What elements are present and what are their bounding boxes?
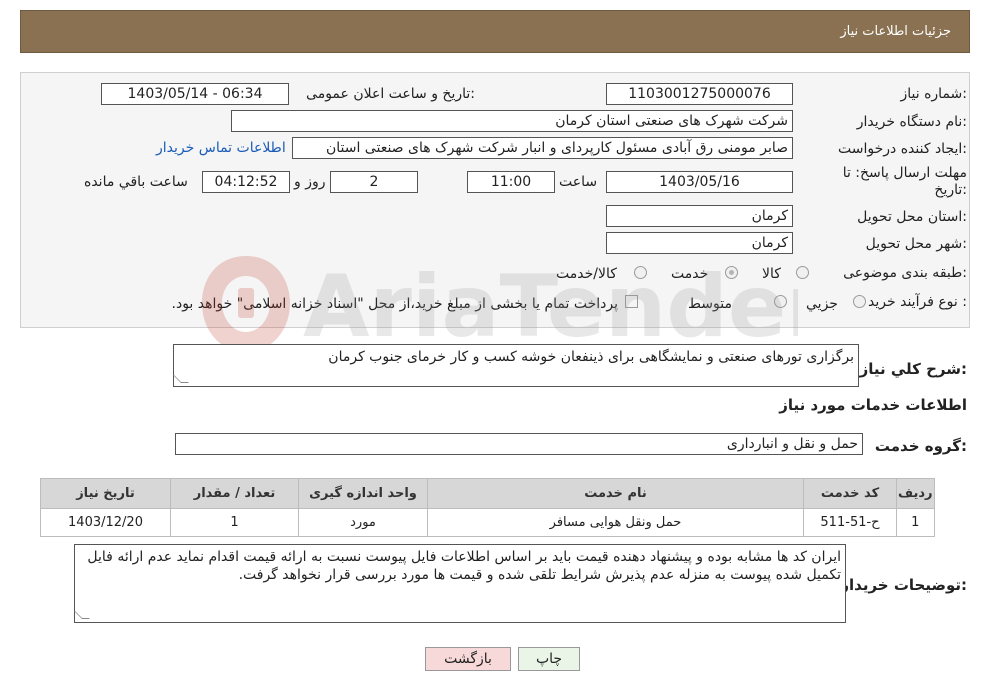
deadline-time-label: ساعت bbox=[559, 174, 598, 190]
buyer-contact-link[interactable]: اطلاعات تماس خریدار bbox=[156, 140, 286, 156]
process-small-label: جزیي bbox=[806, 296, 838, 312]
process-label: نوع فرآیند خرید : bbox=[868, 294, 967, 310]
table-row: 1 ح-51-511 حمل ونقل هوایی مسافر مورد 1 1… bbox=[40, 508, 935, 537]
col-date: تاریخ نیاز bbox=[40, 478, 171, 509]
treasury-checkbox[interactable] bbox=[625, 295, 638, 308]
process-medium-label: متوسط bbox=[688, 296, 732, 312]
announce-field: 1403/05/14 - 06:34 bbox=[101, 83, 289, 105]
buyer-org-field: شرکت شهرک های صنعتی استان کرمان bbox=[231, 110, 793, 132]
announce-label: تاریخ و ساعت اعلان عمومی: bbox=[306, 86, 475, 102]
deadline-label: مهلت ارسال پاسخ: تا bbox=[842, 165, 967, 181]
category-goods-radio[interactable] bbox=[796, 266, 809, 279]
treasury-note: پرداخت تمام یا بخشی از مبلغ خرید،از محل … bbox=[171, 296, 618, 312]
category-label: طبقه بندی موضوعی: bbox=[843, 265, 967, 281]
summary-label: شرح کلي نياز: bbox=[859, 360, 967, 378]
need-number-field: 1103001275000076 bbox=[606, 83, 793, 105]
buyer-org-label: نام دستگاه خریدار: bbox=[856, 114, 967, 130]
services-table: ردیف کد خدمت نام خدمت واحد اندازه گیری ت… bbox=[40, 478, 935, 537]
buyer-notes-field[interactable]: ایران کد ها مشابه بوده و پیشنهاد دهنده ق… bbox=[74, 544, 846, 623]
print-button[interactable]: چاپ bbox=[518, 647, 580, 671]
services-section-title: اطلاعات خدمات مورد نیاز bbox=[779, 396, 967, 414]
remaining-time-field: 04:12:52 bbox=[202, 171, 290, 193]
deadline-time-field: 11:00 bbox=[467, 171, 555, 193]
cell-unit: مورد bbox=[298, 508, 428, 537]
process-medium-radio[interactable] bbox=[774, 295, 787, 308]
category-goods-label: کالا bbox=[762, 266, 781, 282]
deadline-date-field: 1403/05/16 bbox=[606, 171, 793, 193]
page-header: جزئیات اطلاعات نیاز bbox=[20, 10, 970, 53]
col-row: ردیف bbox=[896, 478, 935, 509]
city-field: کرمان bbox=[606, 232, 793, 254]
resize-handle[interactable] bbox=[173, 375, 189, 383]
province-label: استان محل تحویل: bbox=[857, 209, 967, 225]
cell-date: 1403/12/20 bbox=[40, 508, 171, 537]
service-group-label: گروه خدمت: bbox=[874, 437, 967, 455]
resize-handle[interactable] bbox=[74, 611, 90, 619]
buyer-notes-text: ایران کد ها مشابه بوده و پیشنهاد دهنده ق… bbox=[87, 549, 841, 583]
col-name: نام خدمت bbox=[427, 478, 804, 509]
deadline-label-date: تاریخ: bbox=[934, 182, 967, 198]
days-field: 2 bbox=[330, 171, 418, 193]
page-title: جزئیات اطلاعات نیاز bbox=[840, 24, 951, 39]
col-code: کد خدمت bbox=[803, 478, 897, 509]
cell-qty: 1 bbox=[170, 508, 299, 537]
services-table-header: ردیف کد خدمت نام خدمت واحد اندازه گیری ت… bbox=[40, 478, 935, 509]
col-qty: تعداد / مقدار bbox=[170, 478, 299, 509]
province-field: کرمان bbox=[606, 205, 793, 227]
days-label: روز و bbox=[294, 174, 326, 190]
need-number-label: شماره نیاز: bbox=[900, 86, 967, 102]
summary-text: برگزاری تورهای صنعتی و نمایشگاهی برای ذی… bbox=[328, 349, 854, 365]
col-unit: واحد اندازه گیری bbox=[298, 478, 428, 509]
remaining-label: ساعت باقي مانده bbox=[84, 174, 188, 190]
cell-name: حمل ونقل هوایی مسافر bbox=[427, 508, 804, 537]
requester-label: ایجاد کننده درخواست: bbox=[838, 141, 967, 157]
requester-field: صابر مومنی رق آبادی مسئول کارپردای و انب… bbox=[292, 137, 793, 159]
category-service-radio[interactable] bbox=[725, 266, 738, 279]
category-both-radio[interactable] bbox=[634, 266, 647, 279]
buyer-notes-label: توضیحات خریدار: bbox=[840, 576, 967, 594]
process-small-radio[interactable] bbox=[853, 295, 866, 308]
back-button[interactable]: بازگشت bbox=[425, 647, 511, 671]
category-service-label: خدمت bbox=[671, 266, 709, 282]
service-group-field: حمل و نقل و انبارداری bbox=[175, 433, 863, 455]
services-table-wrap: ردیف کد خدمت نام خدمت واحد اندازه گیری ت… bbox=[40, 478, 935, 537]
cell-row: 1 bbox=[896, 508, 935, 537]
city-label: شهر محل تحویل: bbox=[865, 236, 967, 252]
summary-field[interactable]: برگزاری تورهای صنعتی و نمایشگاهی برای ذی… bbox=[173, 344, 859, 387]
cell-code: ح-51-511 bbox=[803, 508, 897, 537]
category-both-label: کالا/خدمت bbox=[556, 266, 617, 282]
